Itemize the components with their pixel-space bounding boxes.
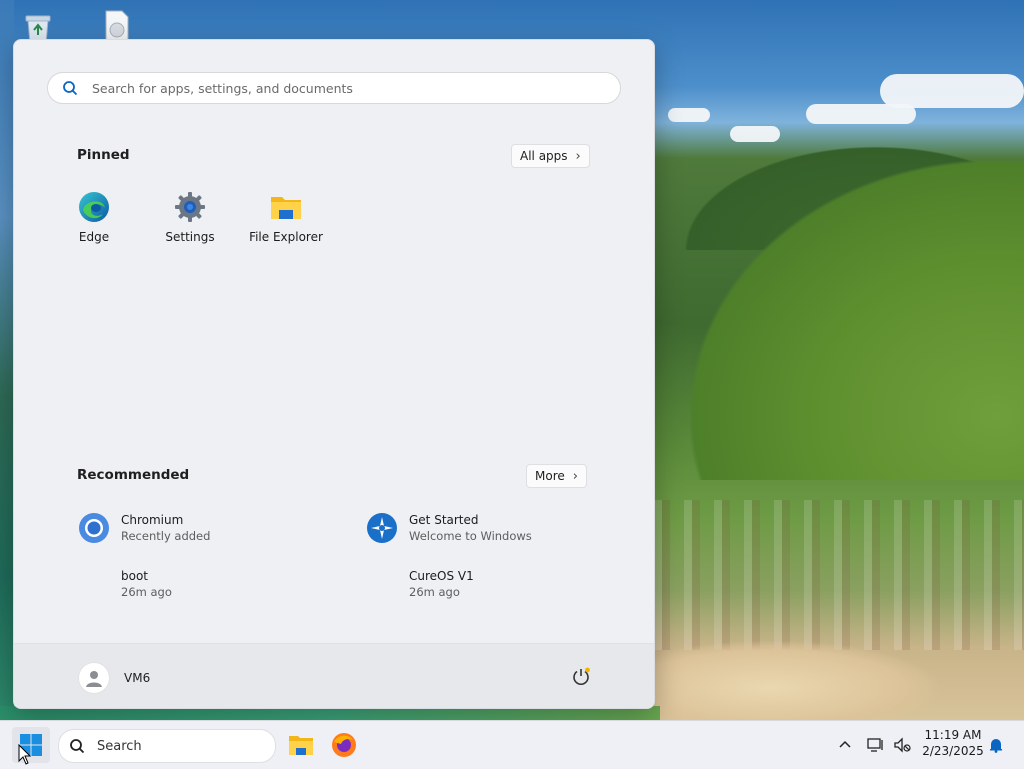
recommended-item-get-started[interactable]: Get Started Welcome to Windows: [365, 508, 625, 548]
taskbar-firefox-button[interactable]: [328, 729, 360, 761]
search-icon: [62, 79, 80, 97]
more-label: More: [535, 469, 565, 483]
edge-icon: [77, 190, 111, 224]
mouse-cursor-icon: [18, 743, 32, 766]
recommended-item-subtitle: 26m ago: [409, 585, 460, 599]
wallpaper-left-edge: [0, 0, 14, 720]
user-name: VM6: [124, 671, 151, 685]
start-footer: VM6: [14, 643, 654, 708]
chromium-icon: [77, 511, 111, 545]
pinned-app-label: Edge: [78, 230, 110, 244]
start-search-box[interactable]: [47, 72, 621, 104]
recommended-item-name: Get Started: [409, 513, 479, 527]
recommended-item-subtitle: 26m ago: [121, 585, 172, 599]
power-icon[interactable]: [570, 666, 592, 688]
clock-time: 11:19 AM: [924, 728, 982, 742]
recommended-item-chromium[interactable]: Chromium Recently added: [77, 508, 337, 548]
chevron-right-icon: ›: [575, 148, 581, 164]
beach: [654, 640, 944, 720]
settings-gear-icon: [173, 190, 207, 224]
taskbar: Search 11:19 AM 2/23/2025: [0, 720, 1024, 769]
more-button[interactable]: More ›: [526, 464, 587, 488]
town: [654, 500, 1024, 650]
user-account-button[interactable]: VM6: [78, 662, 150, 694]
blank-file-icon: [365, 567, 399, 601]
chevron-up-icon[interactable]: [835, 735, 855, 755]
speaker-muted-icon[interactable]: [892, 735, 912, 755]
start-search-input[interactable]: [90, 79, 594, 97]
firefox-icon: [332, 733, 356, 757]
taskbar-file-explorer-button[interactable]: [285, 729, 317, 761]
hill: [690, 160, 1024, 480]
recommended-item-name: CureOS V1: [409, 569, 474, 583]
recommended-item-subtitle: Welcome to Windows: [409, 529, 532, 543]
network-display-icon[interactable]: [866, 735, 886, 755]
all-apps-button[interactable]: All apps ›: [511, 144, 590, 168]
recommended-item-boot[interactable]: boot 26m ago: [77, 564, 337, 604]
recommended-title: Recommended: [77, 467, 190, 483]
cloud: [668, 108, 710, 122]
pinned-app-edge[interactable]: Edge: [49, 190, 139, 244]
notification-bell-icon[interactable]: [986, 735, 1006, 755]
blank-file-icon: [77, 567, 111, 601]
recommended-item-name: boot: [121, 569, 149, 583]
recommended-item-subtitle: Recently added: [121, 529, 211, 543]
user-avatar-icon: [78, 662, 110, 694]
recommended-item-cureos[interactable]: CureOS V1 26m ago: [365, 564, 625, 604]
folder-icon: [269, 190, 303, 224]
taskbar-search-box[interactable]: Search: [58, 729, 276, 763]
pinned-app-settings[interactable]: Settings: [145, 190, 235, 244]
recommended-item-name: Chromium: [121, 513, 184, 527]
taskbar-search-label: Search: [97, 738, 142, 754]
pinned-app-label: File Explorer: [249, 230, 323, 244]
chevron-right-icon: ›: [572, 468, 578, 484]
search-icon: [69, 737, 87, 755]
taskbar-clock[interactable]: 11:19 AM 2/23/2025: [918, 728, 988, 758]
clock-date: 2/23/2025: [922, 744, 984, 758]
all-apps-label: All apps: [520, 149, 568, 163]
pinned-app-label: Settings: [165, 230, 215, 244]
pinned-app-file-explorer[interactable]: File Explorer: [241, 190, 331, 244]
pinned-title: Pinned: [77, 147, 130, 163]
cloud: [880, 74, 1024, 108]
start-menu: Pinned All apps › Edge: [13, 39, 655, 709]
get-started-icon: [365, 511, 399, 545]
folder-icon: [289, 736, 313, 755]
